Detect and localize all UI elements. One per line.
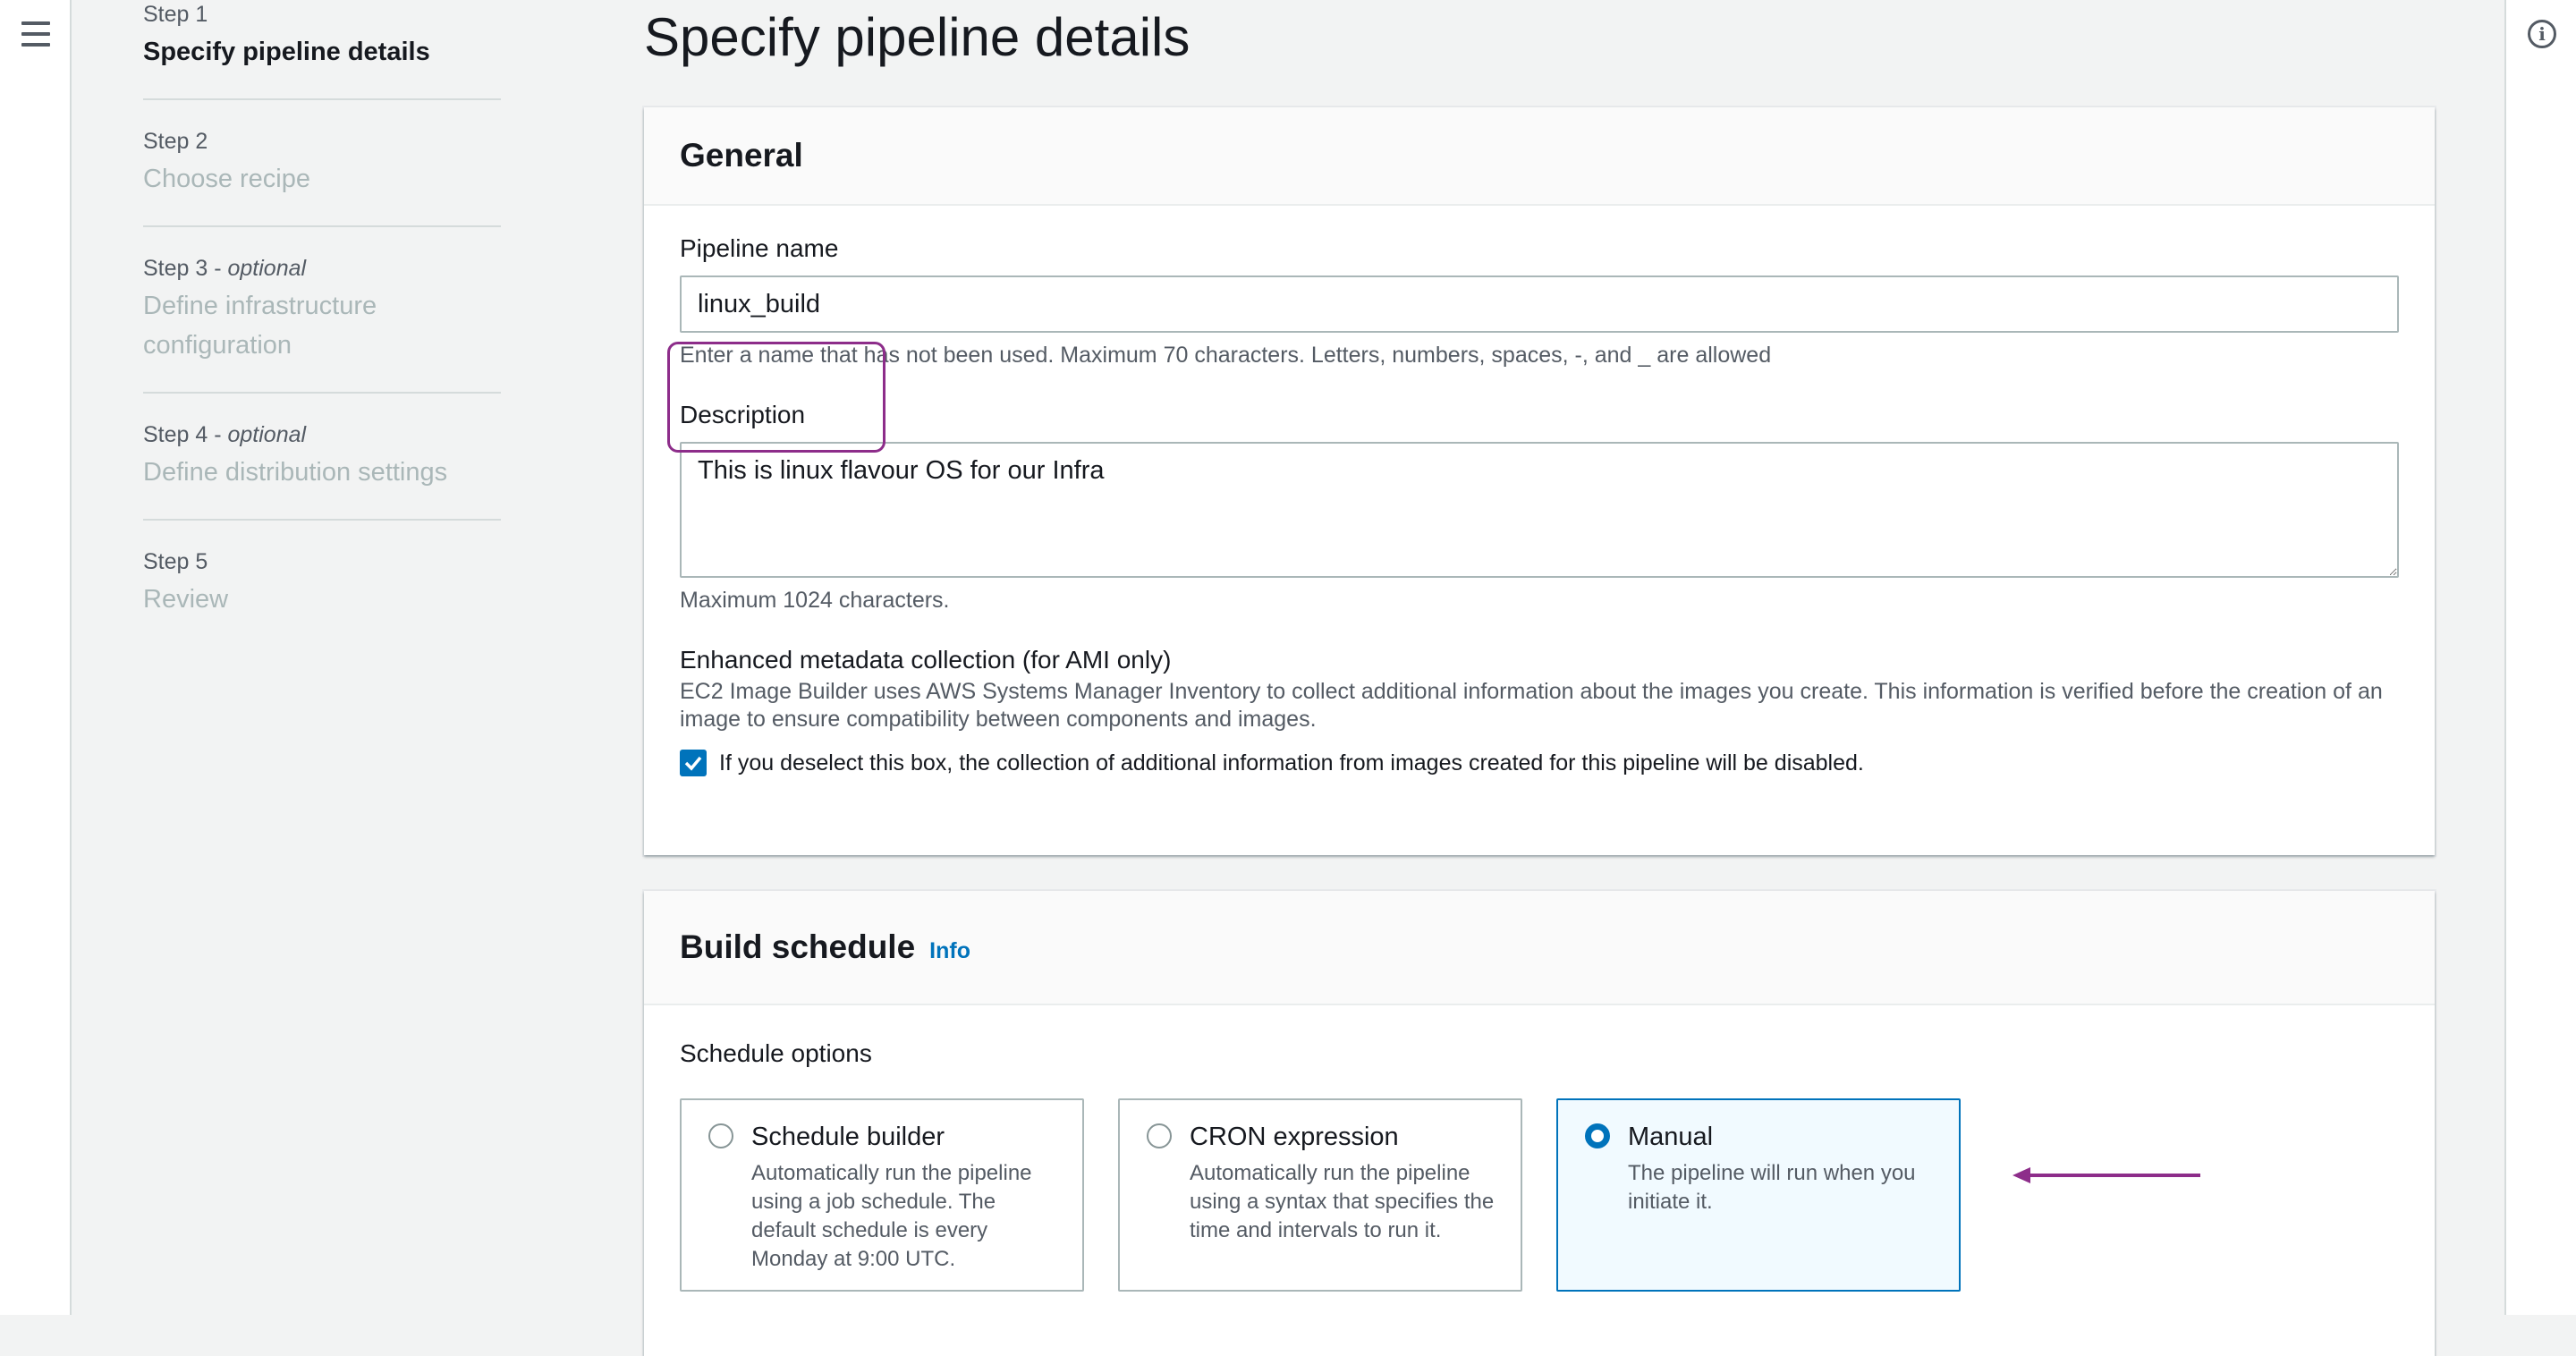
option-title: CRON expression xyxy=(1190,1123,1399,1151)
wizard-steps-nav: Step 1 Specify pipeline details Step 2 C… xyxy=(143,0,501,673)
left-navigation-rail xyxy=(0,0,72,1315)
wizard-step-2[interactable]: Step 2 Choose recipe xyxy=(143,127,501,227)
wizard-step-1: Step 1 Specify pipeline details xyxy=(143,0,501,100)
wizard-step-3[interactable]: Step 3 - optional Define infrastructure … xyxy=(143,254,501,394)
step-title[interactable]: Review xyxy=(143,580,501,619)
schedule-options-group: Schedule builder Automatically run the p… xyxy=(680,1098,2399,1292)
build-schedule-panel: Build schedule Info Schedule options Sch… xyxy=(644,891,2435,1356)
panel-body: Schedule options Schedule builder Automa… xyxy=(644,1005,2435,1327)
page-title: Specify pipeline details xyxy=(644,7,1191,67)
panel-header: General xyxy=(644,107,2435,206)
metadata-label: Enhanced metadata collection (for AMI on… xyxy=(680,646,1172,674)
step-number: Step 4 - optional xyxy=(143,422,307,447)
step-number: Step 1 xyxy=(143,2,208,27)
schedule-option-cron-expression[interactable]: CRON expression Automatically run the pi… xyxy=(1118,1098,1522,1292)
annotation-arrow-icon xyxy=(2012,1167,2200,1183)
schedule-options-label: Schedule options xyxy=(680,1039,872,1067)
radio-button[interactable] xyxy=(708,1123,733,1148)
metadata-checkbox[interactable] xyxy=(680,750,707,776)
pipeline-name-input[interactable] xyxy=(680,275,2399,333)
step-title[interactable]: Define infrastructure configuration xyxy=(143,286,438,365)
option-title: Manual xyxy=(1628,1123,1714,1151)
option-description: Automatically run the pipeline using a s… xyxy=(1190,1161,1495,1242)
step-number: Step 5 xyxy=(143,549,208,574)
radio-button[interactable] xyxy=(1147,1123,1172,1148)
step-title[interactable]: Choose recipe xyxy=(143,159,501,199)
option-description: Automatically run the pipeline using a j… xyxy=(751,1161,1032,1271)
panel-title: Build schedule xyxy=(680,928,916,965)
step-number: Step 2 xyxy=(143,129,208,154)
pipeline-name-hint: Enter a name that has not been used. Max… xyxy=(680,343,1772,368)
option-description: The pipeline will run when you initiate … xyxy=(1628,1161,1916,1214)
metadata-checkbox-label: If you deselect this box, the collection… xyxy=(719,750,1864,775)
description-hint: Maximum 1024 characters. xyxy=(680,588,950,613)
hamburger-menu-icon[interactable] xyxy=(21,21,50,48)
info-circle-icon[interactable]: i xyxy=(2528,20,2556,48)
pipeline-name-label: Pipeline name xyxy=(680,234,839,262)
wizard-step-4[interactable]: Step 4 - optional Define distribution se… xyxy=(143,420,501,521)
panel-body: Pipeline name Enter a name that has not … xyxy=(644,206,2435,814)
schedule-option-manual[interactable]: Manual The pipeline will run when you in… xyxy=(1556,1098,1961,1292)
wizard-step-5[interactable]: Step 5 Review xyxy=(143,547,501,646)
description-label: Description xyxy=(680,401,806,428)
panel-header: Build schedule Info xyxy=(644,891,2435,1005)
right-help-rail: i xyxy=(2504,0,2576,1315)
metadata-checkbox-row: If you deselect this box, the collection… xyxy=(680,748,2399,778)
step-title-current: Specify pipeline details xyxy=(143,38,430,66)
schedule-option-schedule-builder[interactable]: Schedule builder Automatically run the p… xyxy=(680,1098,1084,1292)
step-title[interactable]: Define distribution settings xyxy=(143,453,501,492)
general-panel: General Pipeline name Enter a name that … xyxy=(644,107,2435,855)
step-number: Step 3 - optional xyxy=(143,256,307,281)
description-textarea[interactable]: This is linux flavour OS for our Infra xyxy=(680,442,2399,578)
panel-title: General xyxy=(680,137,803,174)
radio-button-selected[interactable] xyxy=(1585,1123,1610,1148)
option-title: Schedule builder xyxy=(751,1123,945,1151)
info-link[interactable]: Info xyxy=(929,938,970,964)
metadata-description: EC2 Image Builder uses AWS Systems Manag… xyxy=(680,679,2383,732)
checkmark-icon xyxy=(684,756,702,771)
